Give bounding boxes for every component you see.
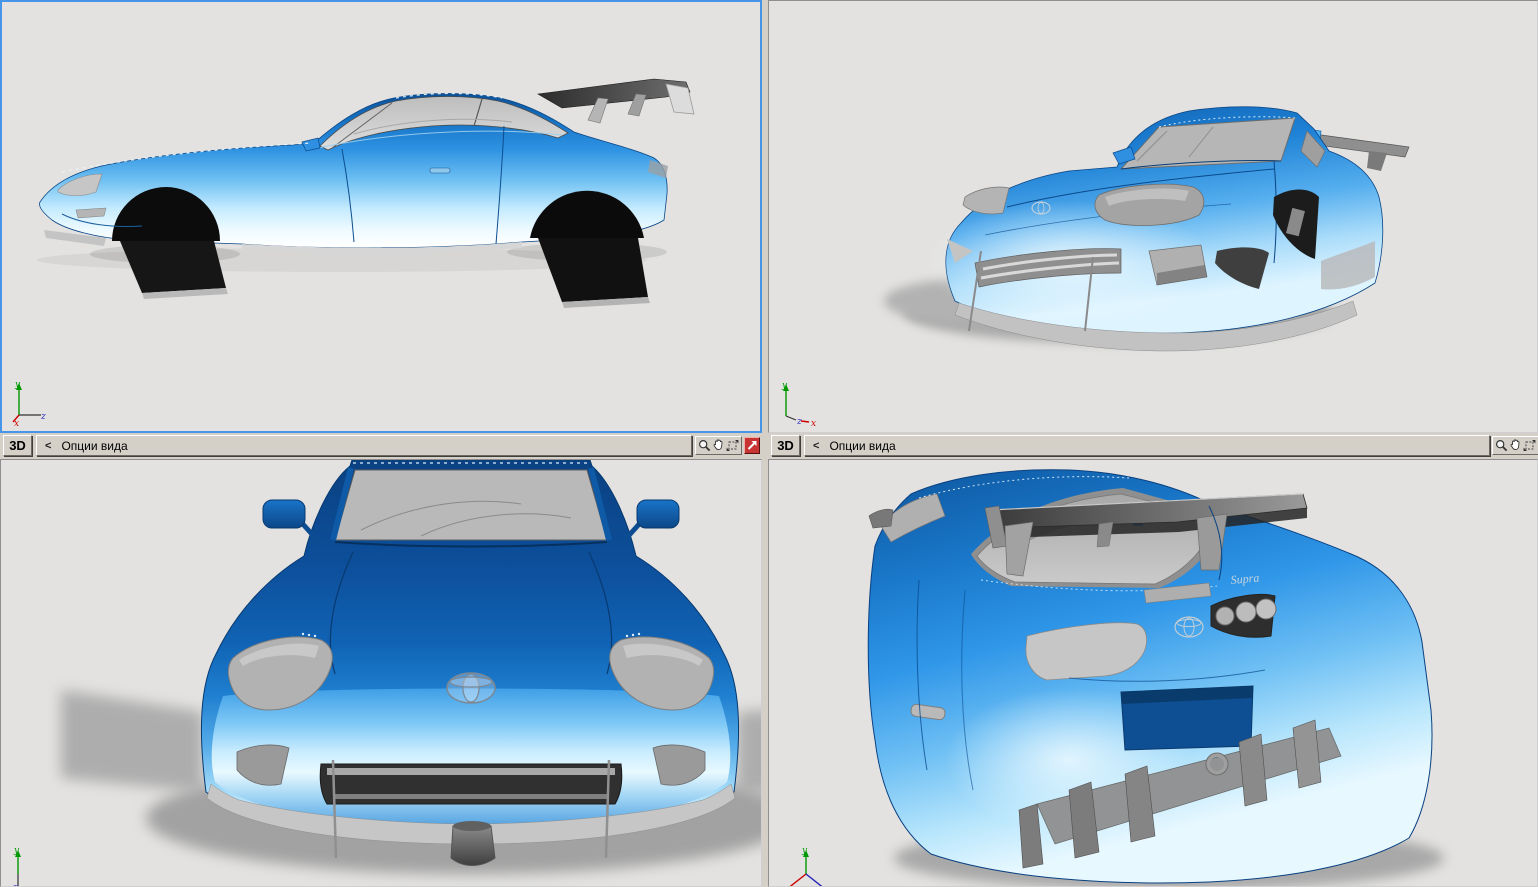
viewport-top-left[interactable]: y z x (0, 0, 762, 433)
supra-rear-quarter-render: Supra (867, 469, 1444, 886)
supra-front-quarter-render (884, 106, 1410, 352)
supra-side-view-render (37, 78, 695, 308)
maximize-icon[interactable] (744, 437, 760, 454)
collapse-arrow-icon[interactable]: < (813, 440, 819, 452)
zmodeler-workspace: { "toolbars": [ { "id": "left", "view_bu… (0, 0, 1538, 887)
supra-badge: Supra (1230, 571, 1260, 587)
view-tools-group (1492, 436, 1538, 455)
viewport-toolbar-left: 3D < Опции вида (0, 433, 762, 459)
viewport-bottom-right[interactable]: Supra y (768, 459, 1538, 887)
orbit-icon[interactable] (1523, 439, 1536, 452)
collapse-arrow-icon[interactable]: < (45, 440, 51, 452)
pan-icon[interactable] (1509, 439, 1522, 452)
view-tools-group (695, 436, 742, 455)
view-options-bar[interactable]: < Опции вида (36, 435, 692, 456)
view-options-bar[interactable]: < Опции вида (804, 435, 1490, 456)
zoom-icon[interactable] (698, 439, 711, 452)
view-mode-button[interactable]: 3D (3, 435, 32, 456)
view-options-label: Опции вида (61, 438, 128, 453)
viewport-bottom-left[interactable]: y z x (0, 459, 762, 887)
pan-icon[interactable] (712, 439, 725, 452)
supra-front-view-render (61, 460, 761, 874)
zoom-icon[interactable] (1495, 439, 1508, 452)
viewport-toolbar-right: 3D < Опции вида (768, 433, 1538, 459)
view-options-label: Опции вида (829, 438, 896, 453)
viewport-top-right[interactable]: y z x (768, 0, 1538, 433)
view-mode-button[interactable]: 3D (771, 435, 800, 456)
orbit-icon[interactable] (726, 439, 739, 452)
toyota-logo (446, 672, 496, 704)
